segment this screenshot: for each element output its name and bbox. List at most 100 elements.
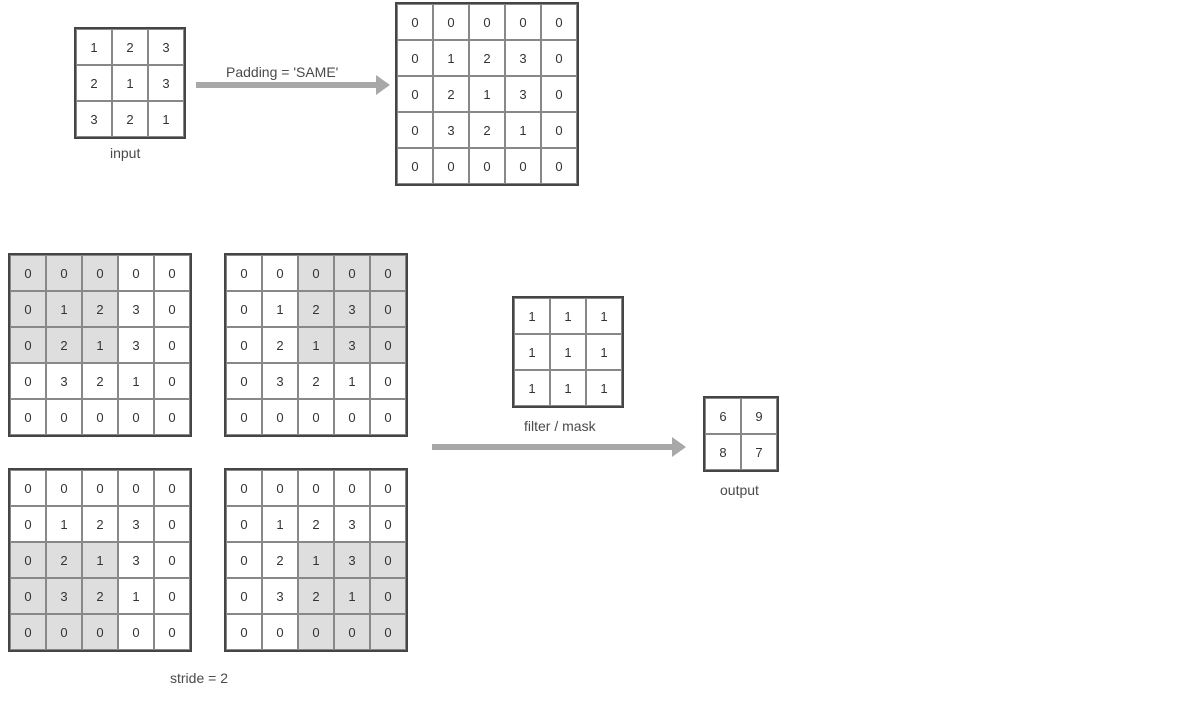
cell: 0	[118, 470, 154, 506]
cell: 0	[469, 4, 505, 40]
cell: 0	[397, 40, 433, 76]
padding-arrow	[196, 82, 376, 88]
input-matrix: 123213321	[74, 27, 186, 139]
cell: 0	[226, 542, 262, 578]
cell: 0	[154, 614, 190, 650]
cell: 3	[334, 542, 370, 578]
diagram-stage: 123213321 input Padding = 'SAME' 0000001…	[0, 0, 1184, 716]
cell: 0	[505, 148, 541, 184]
cell: 1	[469, 76, 505, 112]
stride-matrix-top-right: 0000001230021300321000000	[224, 253, 408, 437]
cell: 0	[10, 506, 46, 542]
cell: 0	[298, 614, 334, 650]
cell: 2	[469, 112, 505, 148]
cell: 0	[10, 255, 46, 291]
cell: 2	[76, 65, 112, 101]
cell: 0	[262, 614, 298, 650]
cell: 0	[334, 614, 370, 650]
cell: 3	[505, 76, 541, 112]
cell: 1	[46, 506, 82, 542]
cell: 0	[154, 506, 190, 542]
cell: 1	[334, 363, 370, 399]
cell: 0	[370, 614, 406, 650]
cell: 1	[112, 65, 148, 101]
cell: 2	[298, 578, 334, 614]
cell: 0	[226, 614, 262, 650]
output-matrix: 6987	[703, 396, 779, 472]
cell: 0	[10, 578, 46, 614]
cell: 3	[334, 506, 370, 542]
cell: 1	[586, 370, 622, 406]
cell: 0	[370, 255, 406, 291]
cell: 0	[334, 255, 370, 291]
cell: 9	[741, 398, 777, 434]
cell: 0	[334, 470, 370, 506]
cell: 0	[262, 470, 298, 506]
cell: 2	[82, 363, 118, 399]
cell: 0	[10, 327, 46, 363]
cell: 0	[298, 255, 334, 291]
padded-matrix: 0000001230021300321000000	[395, 2, 579, 186]
cell: 0	[262, 255, 298, 291]
cell: 0	[370, 291, 406, 327]
padding-label: Padding = 'SAME'	[226, 64, 338, 80]
cell: 0	[10, 614, 46, 650]
cell: 2	[262, 542, 298, 578]
cell: 2	[46, 542, 82, 578]
cell: 0	[118, 614, 154, 650]
cell: 3	[76, 101, 112, 137]
cell: 0	[118, 255, 154, 291]
cell: 1	[505, 112, 541, 148]
cell: 3	[46, 578, 82, 614]
cell: 0	[46, 399, 82, 435]
cell: 0	[46, 614, 82, 650]
cell: 0	[397, 76, 433, 112]
cell: 0	[370, 470, 406, 506]
cell: 0	[226, 291, 262, 327]
cell: 0	[397, 112, 433, 148]
filter-matrix: 111111111	[512, 296, 624, 408]
cell: 1	[262, 506, 298, 542]
cell: 1	[550, 370, 586, 406]
cell: 3	[46, 363, 82, 399]
cell: 0	[397, 148, 433, 184]
side-strip	[1126, 250, 1184, 370]
cell: 0	[82, 255, 118, 291]
cell: 0	[154, 578, 190, 614]
cell: 0	[46, 255, 82, 291]
cell: 0	[154, 363, 190, 399]
cell: 1	[334, 578, 370, 614]
cell: 1	[262, 291, 298, 327]
cell: 0	[154, 291, 190, 327]
cell: 3	[505, 40, 541, 76]
cell: 1	[550, 334, 586, 370]
cell: 3	[262, 363, 298, 399]
cell: 2	[262, 327, 298, 363]
cell: 1	[298, 542, 334, 578]
cell: 0	[226, 327, 262, 363]
cell: 3	[148, 65, 184, 101]
cell: 1	[514, 370, 550, 406]
cell: 0	[298, 470, 334, 506]
cell: 3	[148, 29, 184, 65]
cell: 0	[541, 4, 577, 40]
cell: 0	[397, 4, 433, 40]
cell: 8	[705, 434, 741, 470]
cell: 0	[154, 542, 190, 578]
cell: 0	[370, 578, 406, 614]
cell: 2	[82, 578, 118, 614]
cell: 1	[514, 334, 550, 370]
cell: 1	[433, 40, 469, 76]
cell: 1	[82, 542, 118, 578]
cell: 6	[705, 398, 741, 434]
cell: 0	[370, 399, 406, 435]
cell: 0	[154, 399, 190, 435]
cell: 2	[112, 29, 148, 65]
cell: 1	[586, 298, 622, 334]
cell: 0	[118, 399, 154, 435]
filter-arrow	[432, 444, 672, 450]
cell: 3	[262, 578, 298, 614]
cell: 1	[550, 298, 586, 334]
cell: 0	[298, 399, 334, 435]
cell: 1	[514, 298, 550, 334]
